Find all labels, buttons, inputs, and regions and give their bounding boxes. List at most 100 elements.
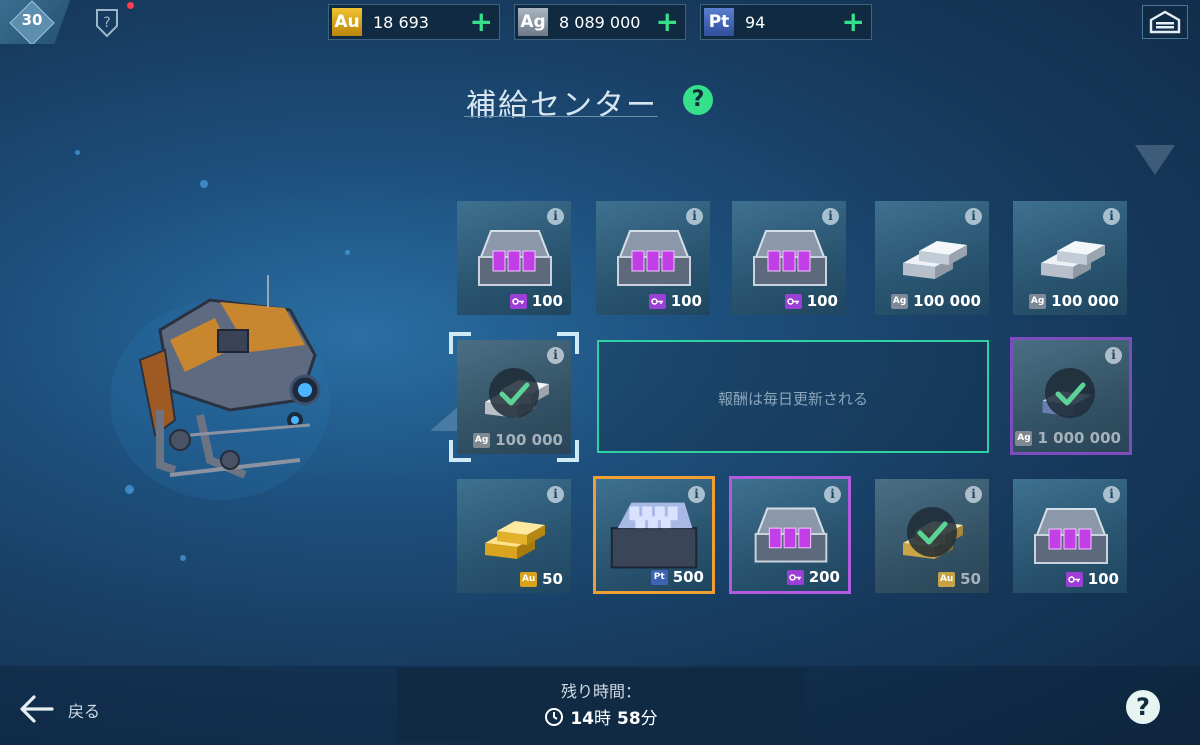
platinum-value: 94 [745,13,766,32]
info-icon[interactable]: i [688,486,705,503]
info-icon[interactable]: i [824,486,841,503]
info-icon[interactable]: i [822,208,839,225]
info-icon[interactable]: i [965,486,982,503]
back-arrow-icon [20,695,54,723]
svg-text:?: ? [103,15,110,31]
info-icon[interactable]: i [547,208,564,225]
reward-card[interactable]: i Ag 100 000 [875,201,989,315]
key-icon [648,293,666,309]
reward-price: 100 [509,292,563,310]
reward-price: Au 50 [938,570,981,588]
price-value: 50 [542,570,563,588]
sparkle [200,180,208,188]
price-value: 200 [808,568,840,586]
silver-value: 8 089 000 [559,13,641,32]
timer-hours-unit: 時 [594,709,611,729]
sparkle [75,150,80,155]
price-value: 100 [670,292,702,310]
reward-price: 100 [648,292,702,310]
currency-gold: Au 18 693 + [328,4,500,40]
hangar-icon [1149,10,1181,34]
help-bottom-button[interactable]: ? [1126,690,1160,724]
reward-price: Pt 500 [650,568,704,586]
claimed-check-icon [1045,368,1095,418]
add-silver-button[interactable]: + [656,7,679,37]
au-currency-icon: Au [520,571,538,587]
price-value: 500 [672,568,704,586]
silver-icon: Ag [518,8,548,36]
timer-hours: 14 [570,709,594,729]
reward-card[interactable]: i Pt 500 [593,476,715,594]
price-value: 100 000 [1051,292,1119,310]
reward-price: 100 [784,292,838,310]
info-icon[interactable]: i [1105,347,1122,364]
title-underline [464,116,658,117]
reward-card[interactable]: i 200 [729,476,851,594]
player-level: 30 [21,11,43,29]
back-label: 戻る [68,702,101,721]
currency-platinum: Pt 94 + [700,4,872,40]
ag-currency-icon: Ag [891,293,909,309]
price-value: 1 000 000 [1037,429,1121,447]
key-icon [784,293,802,309]
reward-card[interactable]: i Au 50 [457,479,571,593]
back-button[interactable]: 戻る [18,692,128,726]
hangar-button[interactable] [1142,5,1188,39]
add-platinum-button[interactable]: + [842,7,865,37]
reward-card[interactable]: i Au 50 [875,479,989,593]
help-button[interactable]: ? [683,85,713,115]
reward-card[interactable]: i 100 [596,201,710,315]
au-currency-icon: Au [938,571,956,587]
reward-price: 200 [786,568,840,586]
clock-icon [545,707,564,726]
reward-card[interactable]: i 100 [457,201,571,315]
daily-refresh-text: 報酬は毎日更新される [717,390,868,408]
reward-price: Ag 100 000 [891,292,981,310]
timer-value: 14時 58分 [397,704,805,729]
key-icon [786,569,804,585]
info-icon[interactable]: i [1103,208,1120,225]
timer-minutes-unit: 分 [640,709,658,729]
reward-price: Ag 100 000 [1029,292,1119,310]
price-value: 100 [531,292,563,310]
gold-value: 18 693 [373,13,429,32]
reward-card[interactable]: i 100 [1013,479,1127,593]
key-icon [509,293,527,309]
price-value: 100 [806,292,838,310]
page-title: 補給センター [466,88,658,123]
currency-silver: Ag 8 089 000 + [514,4,686,40]
selection-frame [449,332,579,462]
ag-currency-icon: Ag [1029,293,1047,309]
timer-panel: 残り時間： 14時 58分 [397,668,805,742]
decor-triangle [1135,145,1175,175]
rank-shield-icon[interactable]: ? [94,8,120,38]
timer-label: 残り時間： [560,682,641,701]
reward-card[interactable]: i 100 [732,201,846,315]
reward-price: Ag 1 000 000 [1015,429,1121,447]
claimed-check-icon [907,507,957,557]
sparkle [180,555,186,561]
add-gold-button[interactable]: + [470,7,493,37]
reward-price: Au 50 [520,570,563,588]
platinum-icon: Pt [704,8,734,36]
info-icon[interactable]: i [1103,486,1120,503]
info-icon[interactable]: i [547,486,564,503]
robot-illustration [110,275,330,500]
price-value: 50 [960,570,981,588]
reward-card[interactable]: i Ag 100 000 [1013,201,1127,315]
reward-card[interactable]: i Ag 1 000 000 [1010,337,1132,455]
top-bar: 30 ? Au 18 693 + Ag 8 089 000 + Pt 94 + [0,0,1200,46]
pt-currency-icon: Pt [650,569,668,585]
gold-icon: Au [332,8,362,36]
key-icon [1065,571,1083,587]
player-level-badge[interactable]: 30 [0,0,70,44]
timer-minutes: 58 [617,709,641,729]
sparkle [345,250,350,255]
info-icon[interactable]: i [965,208,982,225]
reward-price: 100 [1065,570,1119,588]
daily-refresh-notice: 報酬は毎日更新される [597,340,989,453]
price-value: 100 000 [913,292,981,310]
price-value: 100 [1087,570,1119,588]
info-icon[interactable]: i [686,208,703,225]
ag-currency-icon: Ag [1015,430,1033,446]
